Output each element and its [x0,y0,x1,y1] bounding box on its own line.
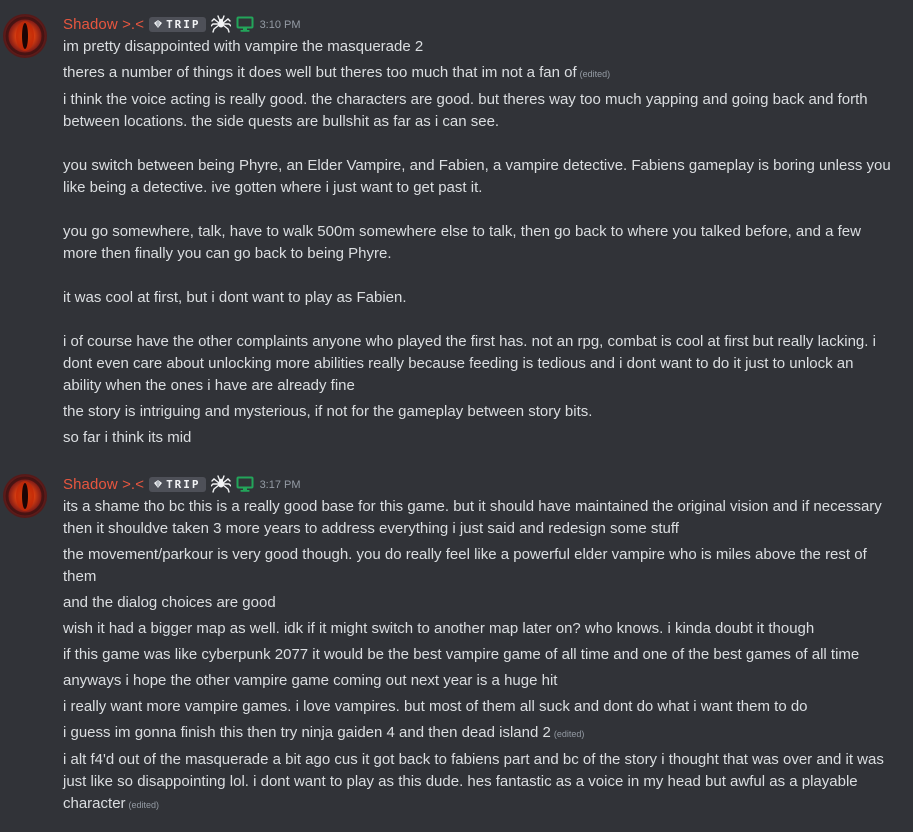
message-text: the movement/parkour is very good though… [63,546,871,585]
avatar[interactable] [3,474,47,518]
message: i think the voice acting is really good.… [63,89,895,397]
message: i really want more vampire games. i love… [63,696,895,718]
message: and the dialog choices are good [63,592,895,614]
message-text: its a shame tho bc this is a really good… [63,498,886,537]
monitor-icon [236,476,254,492]
message-text: and the dialog choices are good [63,594,276,611]
gem-icon [154,480,163,488]
spider-icon[interactable] [210,475,231,493]
server-tag-label: TRIP [166,17,201,31]
message: its a shame tho bc this is a really good… [63,496,895,540]
message-text: i alt f4'd out of the masquerade a bit a… [63,751,889,812]
edited-label: (edited) [553,729,585,739]
username[interactable]: Shadow >.< [63,16,144,33]
timestamp[interactable]: 3:10 PM [260,19,301,31]
message: so far i think its mid [63,427,895,449]
message-header: Shadow >.< TRIP [63,13,895,35]
message-text: if this game was like cyberpunk 2077 it … [63,646,860,663]
message: theres a number of things it does well b… [63,62,895,85]
message: i alt f4'd out of the masquerade a bit a… [63,749,895,816]
message: the story is intriguing and mysterious, … [63,401,895,423]
server-tag[interactable]: TRIP [149,476,206,492]
message-text: theres a number of things it does well b… [63,64,577,81]
message-text: i think the voice acting is really good.… [63,91,891,394]
timestamp[interactable]: 3:17 PM [260,479,301,491]
message: if this game was like cyberpunk 2077 it … [63,644,895,666]
message-text: wish it had a bigger map as well. idk if… [63,620,815,637]
message-text: the story is intriguing and mysterious, … [63,403,593,420]
message: the movement/parkour is very good though… [63,544,895,588]
spider-icon[interactable] [210,15,231,33]
message-header: Shadow >.< TRIP [63,473,895,495]
edited-label: (edited) [128,800,160,810]
message-group: Shadow >.< TRIP [0,13,913,449]
message-text: i really want more vampire games. i love… [63,698,808,715]
server-tag[interactable]: TRIP [149,16,206,32]
message: anyways i hope the other vampire game co… [63,670,895,692]
avatar[interactable] [3,14,47,58]
server-tag-label: TRIP [166,477,201,491]
message-text: anyways i hope the other vampire game co… [63,672,558,689]
message-group: Shadow >.< TRIP [0,473,913,816]
message-text: im pretty disappointed with vampire the … [63,38,424,55]
message: i guess im gonna finish this then try ni… [63,722,895,745]
message-text: so far i think its mid [63,429,192,446]
chat-messages: Shadow >.< TRIP 3:10 PM im pretty disapp… [0,0,913,832]
username[interactable]: Shadow >.< [63,476,144,493]
gem-icon [154,20,163,28]
message: wish it had a bigger map as well. idk if… [63,618,895,640]
message-text: i guess im gonna finish this then try ni… [63,724,551,741]
monitor-icon [236,16,254,32]
message: im pretty disappointed with vampire the … [63,36,895,58]
edited-label: (edited) [579,69,611,79]
